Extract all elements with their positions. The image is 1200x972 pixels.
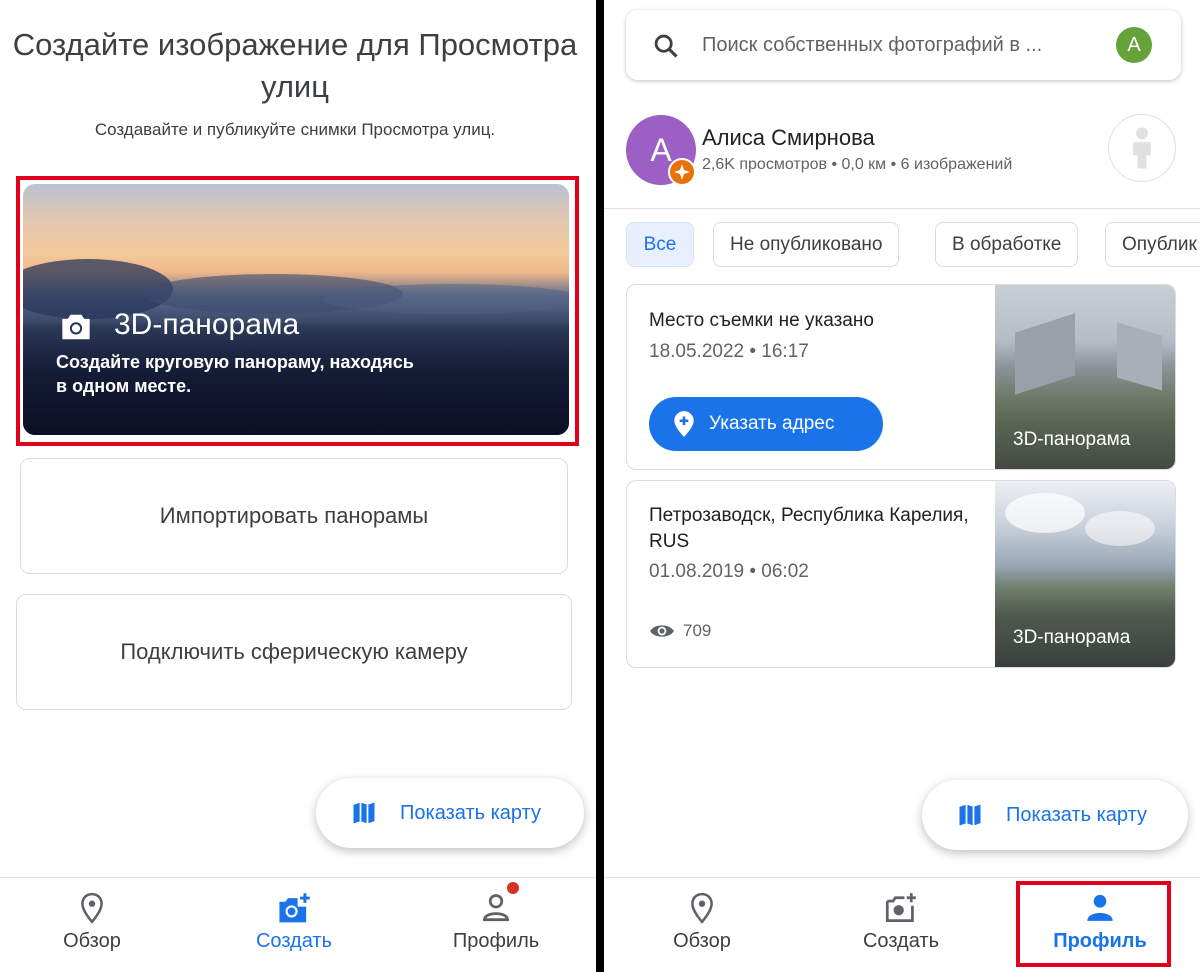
card-date: 01.08.2019 • 06:02	[649, 561, 809, 582]
page-title: Создайте изображение для Просмотра улиц	[12, 27, 578, 104]
eye-icon	[650, 625, 674, 637]
set-address-button[interactable]: Указать адрес	[649, 397, 883, 451]
connect-label: Подключить сферическую камеру	[120, 639, 468, 664]
show-map-label: Показать карту	[400, 801, 541, 824]
highlight-frame	[16, 176, 579, 446]
card-title: Петрозаводск, Республика Карелия, RUS	[649, 505, 969, 552]
card-title: Место съемки не указано	[649, 310, 874, 331]
add-location-icon	[674, 411, 694, 437]
thumb-label: 3D-панорама	[1013, 627, 1131, 648]
location-pin-icon	[691, 892, 713, 924]
local-guide-badge-icon	[668, 158, 696, 186]
show-map-button[interactable]: Показать карту	[316, 778, 584, 848]
map-icon	[353, 802, 375, 824]
bottom-nav: Обзор Создать Профиль	[0, 877, 596, 972]
nav-profile-label: Профиль	[452, 930, 540, 952]
add-photo-icon	[885, 893, 916, 922]
search-input[interactable]: Поиск собственных фотографий в ...	[702, 34, 1042, 57]
nav-overview[interactable]: Обзор	[2, 878, 182, 972]
views-count: 709	[649, 621, 711, 641]
highlight-frame	[1016, 881, 1171, 967]
connect-camera-button[interactable]: Подключить сферическую камеру	[16, 594, 572, 710]
profile-stats: 2,6K просмотров • 0,0 км • 6 изображений	[702, 156, 1013, 173]
map-icon	[959, 804, 981, 826]
nav-overview-label: Обзор	[63, 930, 121, 952]
import-panoramas-button[interactable]: Импортировать панорамы	[20, 458, 568, 574]
chip-processing[interactable]: В обработке	[935, 222, 1079, 267]
nav-profile[interactable]: Профиль	[406, 878, 586, 972]
pegman-button[interactable]	[1108, 114, 1176, 182]
nav-create-label: Создать	[255, 930, 332, 952]
create-screen: Создайте изображение для Просмотра улиц …	[0, 0, 596, 972]
show-map-button[interactable]: Показать карту	[922, 780, 1188, 850]
location-pin-icon	[81, 892, 103, 924]
profile-screen: Поиск собственных фотографий в ... A A А…	[604, 0, 1200, 972]
account-avatar[interactable]: A	[1116, 27, 1152, 63]
chip-unpublished[interactable]: Не опубликовано	[713, 222, 900, 267]
card-date: 18.05.2022 • 16:17	[649, 341, 809, 362]
nav-create[interactable]: Создать	[204, 878, 384, 972]
profile-name: Алиса Смирнова	[702, 125, 875, 150]
search-icon	[654, 34, 678, 58]
search-bar[interactable]: Поиск собственных фотографий в ... A	[626, 10, 1181, 80]
set-address-label: Указать адрес	[709, 413, 835, 434]
person-icon	[483, 894, 509, 922]
photo-card[interactable]: Место съемки не указано 18.05.2022 • 16:…	[626, 284, 1176, 470]
thumb-label: 3D-панорама	[1013, 429, 1131, 450]
nav-overview[interactable]: Обзор	[612, 878, 792, 972]
page-subtitle: Создавайте и публикуйте снимки Просмотра…	[94, 120, 496, 139]
add-photo-icon	[279, 893, 310, 923]
views-value: 709	[683, 621, 712, 640]
photo-card[interactable]: Петрозаводск, Республика Карелия, RUS 01…	[626, 480, 1176, 668]
chip-published[interactable]: Опублик	[1105, 222, 1200, 267]
pano-thumbnail[interactable]: 3D-панорама	[995, 285, 1175, 469]
pano-thumbnail[interactable]: 3D-панорама	[995, 481, 1175, 667]
show-map-label: Показать карту	[1006, 803, 1147, 826]
import-label: Импортировать панорамы	[159, 503, 429, 528]
pegman-icon	[1133, 127, 1151, 169]
nav-create[interactable]: Создать	[811, 878, 991, 972]
chip-all[interactable]: Все	[626, 222, 694, 267]
nav-overview-label: Обзор	[673, 930, 731, 952]
nav-create-label: Создать	[862, 930, 939, 952]
notification-dot	[507, 882, 519, 894]
divider	[604, 208, 1200, 209]
